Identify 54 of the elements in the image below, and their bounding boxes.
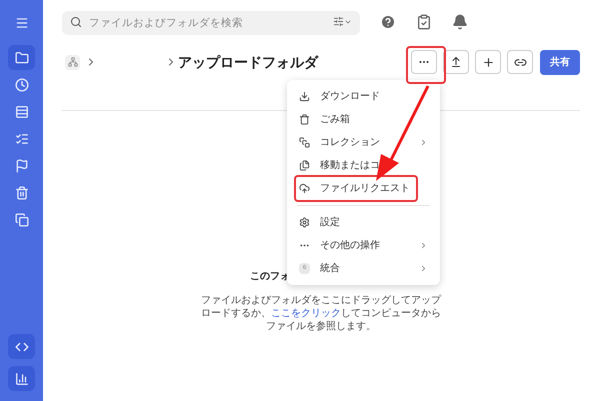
- copy-icon: [14, 212, 28, 226]
- menu-item-label: コレクション: [320, 136, 380, 150]
- plus-icon: [482, 56, 494, 68]
- add-button[interactable]: [475, 50, 501, 74]
- menu-item-label: 設定: [320, 216, 340, 230]
- share-button[interactable]: 共有: [540, 50, 580, 74]
- menu-item[interactable]: ファイルリクエスト: [287, 177, 440, 200]
- list-icon: [14, 132, 28, 146]
- highlight-frame: [406, 46, 446, 84]
- settings-icon: [299, 217, 310, 228]
- search-icon: [70, 16, 82, 28]
- copy-icon: [299, 160, 310, 171]
- browse-link[interactable]: ここをクリック: [271, 308, 341, 319]
- flag-icon: [14, 158, 28, 172]
- filter-button[interactable]: [333, 16, 352, 27]
- folder-icon: [14, 50, 28, 64]
- collection-icon: [299, 137, 310, 148]
- menu-item[interactable]: 移動またはコ: [287, 154, 440, 177]
- search-field[interactable]: ファイルおよびフォルダを検索: [62, 11, 360, 35]
- menu-icon[interactable]: [14, 16, 28, 30]
- menu-item[interactable]: ダウンロード: [287, 85, 440, 108]
- sidebar-item[interactable]: [8, 334, 35, 359]
- tree-icon[interactable]: [65, 54, 80, 70]
- menu-item-label: 統合: [320, 262, 340, 276]
- sliders-icon: [333, 16, 344, 27]
- menu-item-label: その他の操作: [320, 239, 380, 253]
- menu-item-label: ファイルリクエスト: [320, 182, 410, 196]
- menu-item-label: 移動またはコ: [320, 159, 380, 173]
- chevron-icon: [419, 264, 428, 273]
- menu-item-label: ごみ箱: [320, 113, 350, 127]
- menu-item[interactable]: その他の操作: [287, 234, 440, 257]
- trash-icon: [299, 114, 310, 125]
- menu-item-label: ダウンロード: [320, 90, 380, 104]
- menu-item[interactable]: ごみ箱: [287, 108, 440, 131]
- bell-icon[interactable]: [452, 14, 468, 30]
- empty-message: ファイルおよびフォルダをここにドラッグしてアップロードするか、ここをクリック してコンピュータからファイルを参照します。: [201, 294, 441, 333]
- upload-icon: [450, 56, 462, 68]
- clipboard-icon[interactable]: [416, 14, 432, 30]
- link-button[interactable]: [507, 50, 533, 74]
- chevron-icon: [419, 138, 428, 147]
- trash-icon: [14, 186, 28, 200]
- chevron-icon: [419, 241, 428, 250]
- menu-item[interactable]: 設定: [287, 211, 440, 234]
- folder-title: アップロードフォルダ: [178, 52, 318, 72]
- cloud-upload-icon: [299, 183, 310, 194]
- download-icon: [299, 91, 310, 102]
- help-icon[interactable]: [380, 14, 396, 30]
- sidebar-item[interactable]: [8, 366, 35, 391]
- sidebar-item[interactable]: [8, 45, 35, 70]
- rows-icon: [14, 104, 28, 118]
- menu-item[interactable]: コレクション: [287, 131, 440, 154]
- upload-button[interactable]: [443, 50, 469, 74]
- bar-chart-icon: [14, 372, 28, 386]
- clock-icon: [14, 78, 28, 92]
